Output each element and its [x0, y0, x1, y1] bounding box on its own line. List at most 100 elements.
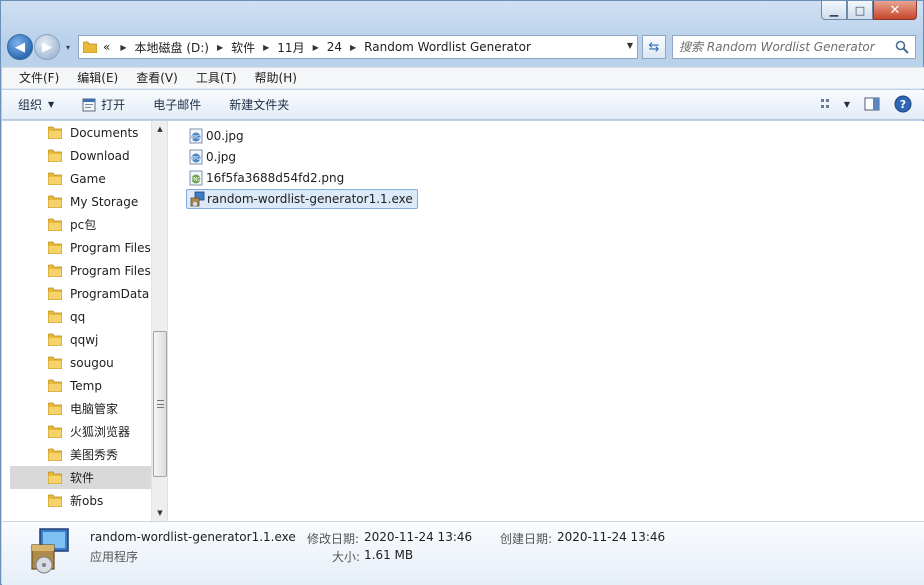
nav-folder-label: sougou [70, 355, 114, 370]
menu-tools[interactable]: 工具(T) [187, 68, 246, 88]
minimize-button[interactable]: ▁ [821, 1, 847, 20]
nav-folder-item[interactable]: Program Files [10, 236, 152, 259]
nav-folder-item[interactable]: pc包 [10, 213, 152, 236]
new-folder-button[interactable]: 新建文件夹 [229, 96, 289, 113]
breadcrumb-november[interactable]: 11月 [277, 39, 304, 56]
nav-folder-label: My Storage [70, 194, 139, 209]
preview-pane-button[interactable] [864, 97, 880, 111]
nav-folder-item[interactable]: 电脑管家 [10, 397, 152, 420]
forward-button[interactable]: ▶ [34, 34, 60, 60]
breadcrumb-current-folder[interactable]: Random Wordlist Generator [364, 40, 531, 54]
file-item[interactable]: JPG 00.jpg [186, 126, 248, 146]
window-controls: ▁ □ ✕ [821, 1, 917, 20]
organize-button[interactable]: 组织 ▼ [18, 96, 54, 113]
folder-icon [48, 310, 62, 323]
nav-folder-item[interactable]: qq [10, 305, 152, 328]
nav-folder-label: Download [70, 148, 130, 163]
back-button[interactable]: ◀ [7, 34, 33, 60]
preview-pane-icon [864, 97, 880, 111]
nav-folder-item[interactable]: ProgramData [10, 282, 152, 305]
exe-installer-icon [190, 191, 205, 207]
file-item[interactable]: JPG 0.jpg [186, 147, 240, 167]
scroll-up-icon[interactable]: ▲ [152, 121, 167, 137]
nav-folder-item[interactable]: Game [10, 167, 152, 190]
nav-folder-label: 新obs [70, 494, 104, 508]
nav-folder-item[interactable]: Program Files [10, 259, 152, 282]
folder-icon [48, 195, 62, 208]
open-button[interactable]: 打开 [82, 96, 125, 113]
address-bar[interactable]: « ▶ 本地磁盘 (D:) ▶ 软件 ▶ 11月 ▶ 24 ▶ Random W… [78, 35, 638, 59]
nav-folder-item[interactable]: qqwj [10, 328, 152, 351]
folder-icon [48, 494, 62, 507]
file-item[interactable]: random-wordlist-generator1.1.exe [186, 189, 418, 209]
nav-folder-item[interactable]: sougou [10, 351, 152, 374]
breadcrumb-separator-icon[interactable]: ▶ [120, 43, 126, 52]
jpg-file-icon: JPG [189, 149, 203, 165]
scrollbar-thumb[interactable] [153, 331, 167, 477]
chevron-down-icon: ▼ [48, 100, 55, 109]
breadcrumb-overflow[interactable]: « [103, 40, 110, 54]
help-button[interactable]: ? [894, 95, 912, 113]
png-file-icon: PNG [189, 170, 203, 186]
nav-folder-item[interactable]: 新obs [10, 489, 152, 512]
close-button[interactable]: ✕ [873, 1, 917, 20]
nav-folder-item[interactable]: Download [10, 144, 152, 167]
size-label: 大小: [332, 550, 361, 564]
navigation-pane: Documents Download Game My Storage pc包 Progra… [2, 121, 168, 521]
change-view-button[interactable]: ▼ [820, 97, 850, 111]
chevron-down-icon: ▼ [843, 99, 850, 109]
folder-icon [48, 402, 62, 415]
menu-edit[interactable]: 编辑(E) [68, 68, 127, 88]
address-dropdown-icon[interactable]: ▼ [627, 41, 633, 50]
menu-file[interactable]: 文件(F) [10, 68, 68, 88]
created-date-value: 2020-11-24 13:46 [557, 530, 666, 544]
navigation-scrollbar[interactable]: ▲ ▼ [151, 121, 167, 521]
open-program-icon [82, 98, 96, 111]
explorer-window: ▁ □ ✕ ◀ ▶ ▾ « ▶ 本地磁盘 (D:) ▶ 软件 ▶ 11月 ▶ 2… [0, 0, 924, 585]
chevron-down-icon: ▾ [65, 42, 70, 52]
nav-folder-item[interactable]: 软件 [10, 466, 152, 489]
search-icon[interactable] [895, 40, 909, 54]
selected-file-type: 应用程序 [90, 550, 139, 564]
email-button[interactable]: 电子邮件 [153, 96, 201, 113]
selected-file-name: random-wordlist-generator1.1.exe [90, 530, 296, 544]
created-date-label: 创建日期: [500, 532, 553, 546]
menu-view[interactable]: 查看(V) [127, 68, 187, 88]
nav-folder-label: qqwj [70, 332, 99, 347]
nav-folder-item[interactable]: 美图秀秀 [10, 443, 152, 466]
view-controls: ▼ ? [806, 95, 912, 113]
size-value: 1.61 MB [364, 548, 414, 562]
help-icon: ? [894, 95, 912, 113]
search-box [672, 35, 916, 59]
menu-help[interactable]: 帮助(H) [246, 68, 306, 88]
nav-folder-item[interactable]: Temp [10, 374, 152, 397]
nav-folder-label: Temp [70, 378, 102, 393]
breadcrumb: « ▶ 本地磁盘 (D:) ▶ 软件 ▶ 11月 ▶ 24 ▶ Random W… [103, 39, 531, 56]
search-input[interactable] [679, 40, 889, 54]
nav-folder-item[interactable]: My Storage [10, 190, 152, 213]
breadcrumb-separator-icon[interactable]: ▶ [217, 43, 223, 52]
breadcrumb-separator-icon[interactable]: ▶ [263, 43, 269, 52]
details-pane: random-wordlist-generator1.1.exe 应用程序 修改… [2, 521, 924, 585]
breadcrumb-24[interactable]: 24 [327, 40, 342, 54]
menu-bar: 文件(F) 编辑(E) 查看(V) 工具(T) 帮助(H) [2, 67, 924, 89]
breadcrumb-separator-icon[interactable]: ▶ [350, 43, 356, 52]
refresh-button[interactable]: ⇆ [642, 35, 666, 59]
breadcrumb-software[interactable]: 软件 [231, 39, 255, 56]
nav-folder-label: 电脑管家 [70, 402, 119, 416]
file-name: random-wordlist-generator1.1.exe [207, 192, 413, 206]
maximize-button[interactable]: □ [847, 1, 873, 20]
nav-folder-item[interactable]: 火狐浏览器 [10, 420, 152, 443]
nav-folder-label: Program Files [70, 263, 151, 278]
nav-folder-item[interactable]: Documents [10, 121, 152, 144]
forward-arrow-icon: ▶ [42, 39, 52, 55]
recent-pages-dropdown[interactable]: ▾ [62, 43, 74, 52]
view-options-icon [820, 99, 829, 108]
breadcrumb-separator-icon[interactable]: ▶ [313, 43, 319, 52]
file-item[interactable]: PNG 16f5fa3688d54fd2.png [186, 168, 348, 188]
svg-text:?: ? [900, 98, 906, 111]
organize-label: 组织 [18, 98, 43, 112]
refresh-icon: ⇆ [648, 39, 660, 55]
breadcrumb-drive[interactable]: 本地磁盘 (D:) [135, 39, 209, 56]
scroll-down-icon[interactable]: ▼ [152, 505, 167, 521]
